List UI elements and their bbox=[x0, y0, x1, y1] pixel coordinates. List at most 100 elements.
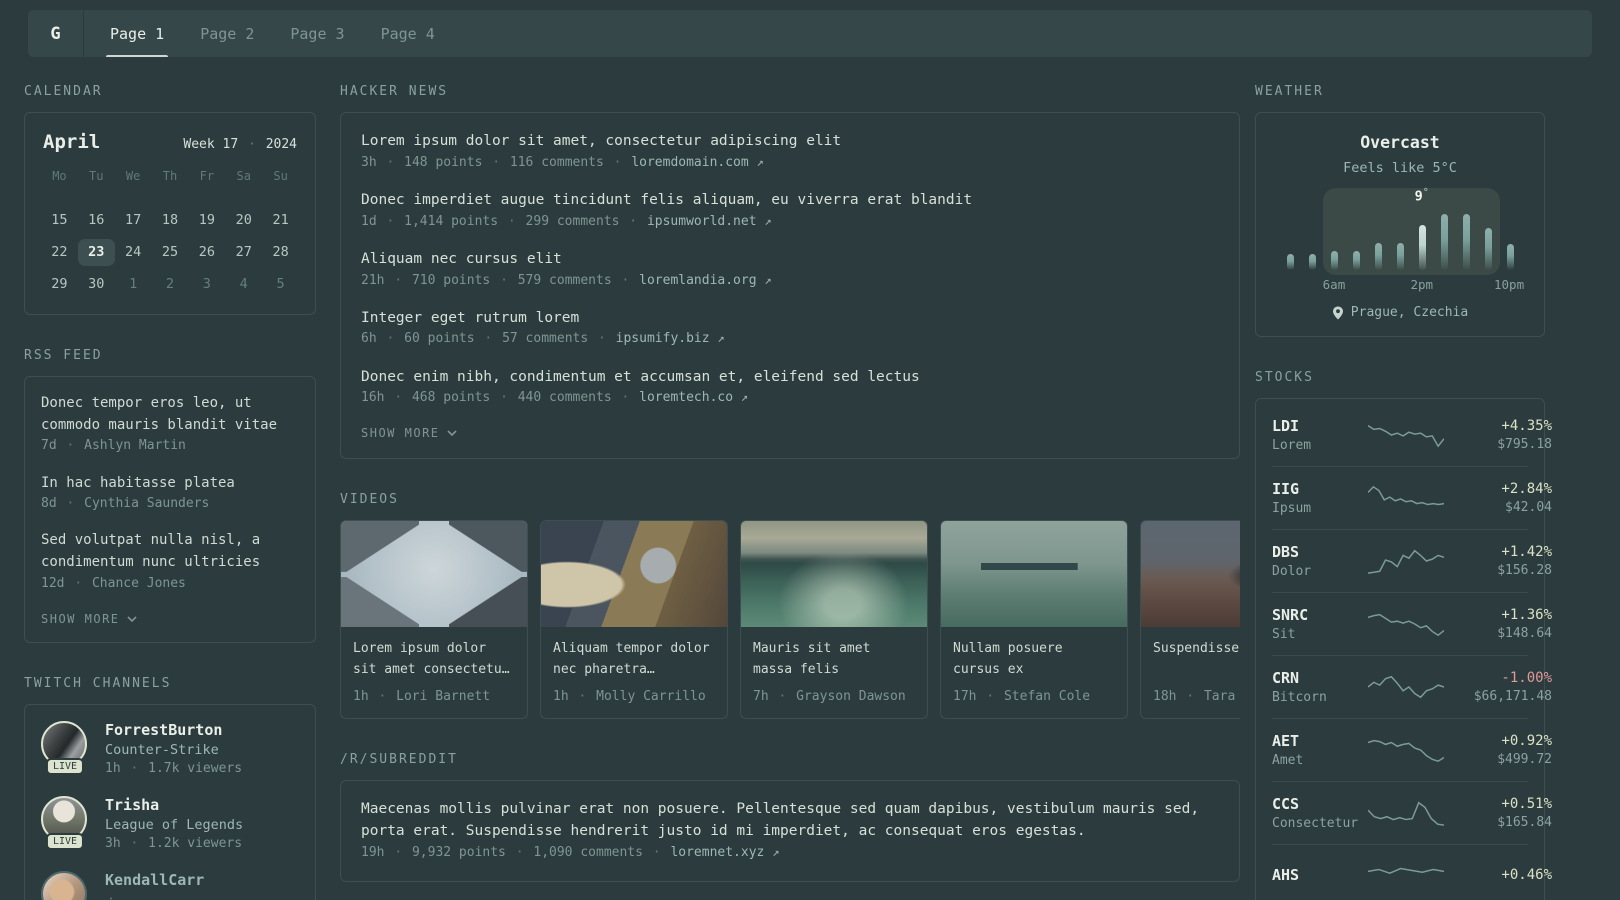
stock-row[interactable]: SNRC Sit +1.36% $148.64 bbox=[1272, 592, 1552, 655]
subreddit-card: Maecenas mollis pulvinar erat non posuer… bbox=[340, 780, 1240, 883]
video-thumbnail[interactable] bbox=[341, 521, 527, 628]
weekday-label: Sa bbox=[236, 169, 251, 183]
rss-item-title[interactable]: Donec tempor eros leo, ut commodo mauris… bbox=[41, 393, 299, 436]
dot-separator: · bbox=[386, 213, 395, 229]
stock-symbol: IIG bbox=[1272, 480, 1300, 498]
page-tab[interactable]: Page 1 bbox=[106, 10, 169, 57]
stock-row[interactable]: LDI Lorem +4.35% $795.18 bbox=[1272, 403, 1552, 466]
hn-source-link[interactable]: loremlandia.org bbox=[639, 273, 756, 288]
stock-symbol: AHS bbox=[1272, 865, 1300, 884]
weather-location: Prague, Czechia bbox=[1272, 305, 1528, 320]
external-link-icon: ↗ bbox=[717, 331, 725, 346]
twitch-channel-name[interactable]: KendallCarr bbox=[105, 871, 204, 889]
stock-row[interactable]: AHS +0.46% bbox=[1272, 844, 1552, 900]
video-title[interactable]: Suspendisse diam bbox=[1153, 639, 1240, 681]
hn-item-meta: 1d · 1,414 points · 299 comments · ipsum… bbox=[361, 213, 772, 229]
calendar-day: 18 bbox=[161, 212, 179, 228]
stock-sparkline bbox=[1368, 799, 1444, 827]
app-logo[interactable]: G bbox=[28, 10, 84, 57]
page-tab[interactable]: Page 2 bbox=[196, 10, 258, 57]
stock-row[interactable]: DBS Dolor +1.42% $156.28 bbox=[1272, 529, 1552, 592]
hn-item-title[interactable]: Lorem ipsum dolor sit amet, consectetur … bbox=[361, 131, 1219, 153]
dot-separator: · bbox=[107, 891, 115, 900]
hn-item: Integer eget rutrum lorem 6h · 60 points… bbox=[361, 308, 1219, 350]
video-title[interactable]: Lorem ipsum dolor sit amet consectetu… bbox=[353, 639, 515, 681]
hn-source-link[interactable]: ipsumworld.net bbox=[647, 214, 757, 229]
hn-item-title[interactable]: Aliquam nec cursus elit bbox=[361, 249, 1219, 271]
hn-item-meta: 21h · 710 points · 579 comments · loreml… bbox=[361, 272, 772, 288]
hn-comments-link[interactable]: 116 comments bbox=[510, 155, 604, 170]
rss-item-meta: 8d · Cynthia Saunders bbox=[41, 496, 210, 512]
stock-price: $795.18 bbox=[1497, 436, 1552, 452]
hn-show-more-button[interactable]: SHOW MORE bbox=[361, 426, 1219, 440]
reddit-source-link[interactable]: loremnet.xyz bbox=[670, 845, 764, 860]
hn-item: Donec imperdiet augue tincidunt felis al… bbox=[361, 190, 1219, 232]
hn-comments-link[interactable]: 57 comments bbox=[502, 331, 588, 346]
rss-item-meta: 12d · Chance Jones bbox=[41, 575, 186, 591]
video-meta: 7h · Grayson Dawson bbox=[753, 689, 906, 705]
avatar bbox=[41, 870, 87, 900]
reddit-comments-link[interactable]: 1,090 comments bbox=[533, 845, 643, 860]
dot-separator: · bbox=[394, 844, 403, 860]
stock-row[interactable]: IIG Ipsum +2.84% $42.04 bbox=[1272, 466, 1552, 529]
video-card: Suspendisse diam 18h · Tara bbox=[1140, 520, 1240, 720]
twitch-channel-row[interactable]: LIVE Trisha League of Legends 3h · 1.2k … bbox=[41, 795, 299, 851]
hn-item: Aliquam nec cursus elit 21h · 710 points… bbox=[361, 249, 1219, 291]
page-tabs: Page 1 Page 2 Page 3 Page 4 bbox=[84, 10, 453, 57]
rss-show-more-button[interactable]: SHOW MORE bbox=[41, 612, 299, 626]
stock-row[interactable]: AET Amet +0.92% $499.72 bbox=[1272, 718, 1552, 781]
hn-source-link[interactable]: loremdomain.com bbox=[631, 155, 748, 170]
reddit-post-title[interactable]: Maecenas mollis pulvinar erat non posuer… bbox=[361, 799, 1219, 843]
video-thumbnail[interactable] bbox=[541, 521, 727, 628]
video-title[interactable]: Nullam posuere cursus ex bbox=[953, 639, 1115, 681]
twitch-channel-name[interactable]: Trisha bbox=[105, 796, 243, 814]
hn-source-link[interactable]: ipsumify.biz bbox=[616, 331, 710, 346]
videos-row: Lorem ipsum dolor sit amet consectetu… 1… bbox=[340, 520, 1240, 720]
page-tab[interactable]: Page 3 bbox=[286, 10, 348, 57]
stock-change: -1.00% bbox=[1501, 670, 1552, 686]
video-card: Mauris sit amet massa felis 7h · Grayson… bbox=[740, 520, 928, 720]
hn-item-title[interactable]: Integer eget rutrum lorem bbox=[361, 308, 1219, 330]
chevron-down-icon bbox=[446, 430, 457, 437]
hn-comments-link[interactable]: 440 comments bbox=[518, 390, 612, 405]
weather-section-title: WEATHER bbox=[1255, 84, 1324, 99]
stock-price: $148.64 bbox=[1497, 626, 1552, 641]
calendar-week-year: Week 17 · 2024 bbox=[183, 137, 297, 152]
video-title[interactable]: Mauris sit amet massa felis bbox=[753, 639, 915, 681]
dot-separator: · bbox=[778, 689, 787, 705]
calendar-day: 3 bbox=[202, 276, 211, 292]
stock-name: Amet bbox=[1272, 753, 1304, 768]
twitch-channel-row[interactable]: LIVE ForrestBurton Counter-Strike 1h · 1… bbox=[41, 720, 299, 776]
calendar-day: 17 bbox=[125, 212, 142, 228]
hn-item-title[interactable]: Donec enim nibh, condimentum et accumsan… bbox=[361, 367, 1219, 389]
calendar-day: 29 bbox=[51, 276, 68, 292]
videos-section-title: VIDEOS bbox=[340, 492, 399, 508]
dot-separator: · bbox=[386, 331, 395, 347]
video-thumbnail[interactable] bbox=[1141, 521, 1240, 628]
hn-source-link[interactable]: loremtech.co bbox=[639, 390, 733, 405]
hn-comments-link[interactable]: 299 comments bbox=[526, 214, 620, 229]
calendar-section-title: CALENDAR bbox=[24, 84, 103, 99]
hacker-news-widget: HACKER NEWS Lorem ipsum dolor sit amet, … bbox=[340, 84, 1240, 460]
dot-separator: · bbox=[629, 213, 638, 229]
calendar-day: 1 bbox=[129, 276, 138, 292]
hn-item-meta: 6h · 60 points · 57 comments · ipsumify.… bbox=[361, 331, 725, 347]
weather-time-label: 2pm bbox=[1410, 277, 1434, 292]
video-title[interactable]: Aliquam tempor dolor nec pharetra… bbox=[553, 639, 715, 681]
video-thumbnail[interactable] bbox=[941, 521, 1127, 628]
hn-comments-link[interactable]: 579 comments bbox=[518, 273, 612, 288]
weather-card: Overcast Feels like 5°C 9° 6am 2pm 10pm Pr… bbox=[1255, 112, 1545, 337]
page-tab[interactable]: Page 4 bbox=[377, 10, 439, 57]
video-thumbnail[interactable] bbox=[741, 521, 927, 628]
stock-price: $42.04 bbox=[1505, 500, 1552, 515]
dot-separator: · bbox=[130, 835, 139, 851]
stock-row[interactable]: CCS Consectetur +0.51% $165.84 bbox=[1272, 781, 1552, 844]
calendar-day: 2 bbox=[165, 276, 175, 292]
stock-row[interactable]: CRN Bitcorn -1.00% $66,171.48 bbox=[1272, 655, 1552, 718]
rss-item-title[interactable]: Sed volutpat nulla nisl, a condimentum n… bbox=[41, 530, 299, 573]
rss-item-title[interactable]: In hac habitasse platea bbox=[41, 473, 299, 495]
hn-item-title[interactable]: Donec imperdiet augue tincidunt felis al… bbox=[361, 190, 1219, 212]
twitch-channel-name[interactable]: ForrestBurton bbox=[105, 721, 242, 739]
rss-card: Donec tempor eros leo, ut commodo mauris… bbox=[24, 376, 316, 643]
twitch-channel-row[interactable]: LIVE KendallCarr · bbox=[41, 870, 299, 900]
